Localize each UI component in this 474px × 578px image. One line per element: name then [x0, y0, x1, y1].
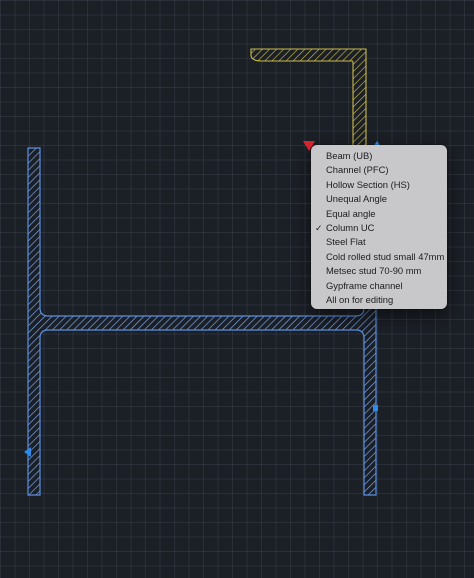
- menu-item-label: Unequal Angle: [326, 193, 387, 205]
- menu-item-channel-pfc[interactable]: ✓ Channel (PFC): [311, 163, 447, 177]
- checkmark-icon: ✓: [315, 222, 323, 233]
- menu-item-column-uc[interactable]: ✓ Column UC: [311, 221, 447, 235]
- blue-grip-square-icon[interactable]: [373, 405, 378, 411]
- menu-item-all-on-for-editing[interactable]: ✓ All on for editing: [311, 293, 447, 307]
- menu-item-gypframe-channel[interactable]: ✓ Gypframe channel: [311, 279, 447, 293]
- menu-item-label: Beam (UB): [326, 150, 373, 161]
- angle-section[interactable]: [250, 48, 367, 147]
- menu-item-label: Gypframe channel: [326, 279, 403, 291]
- menu-item-label: Steel Flat: [326, 236, 366, 248]
- menu-item-label: Channel (PFC): [326, 164, 389, 176]
- menu-item-label: Hollow Section (HS): [326, 178, 410, 190]
- menu-item-hollow-section[interactable]: ✓ Hollow Section (HS): [311, 178, 447, 192]
- menu-item-unequal-angle[interactable]: ✓ Unequal Angle: [311, 192, 447, 206]
- menu-item-metsec-stud[interactable]: ✓ Metsec stud 70-90 mm: [311, 264, 447, 278]
- menu-item-label: Metsec stud 70-90 mm: [326, 265, 422, 277]
- menu-item-label: All on for editing: [326, 293, 394, 305]
- menu-item-label: Column UC: [326, 221, 375, 233]
- menu-item-beam-ub[interactable]: ✓ Beam (UB): [311, 149, 447, 163]
- menu-item-equal-angle[interactable]: ✓ Equal angle: [311, 207, 447, 221]
- menu-item-steel-flat[interactable]: ✓ Steel Flat: [311, 235, 447, 249]
- menu-item-label: Equal angle: [326, 207, 376, 219]
- menu-item-label: Cold rolled stud small 47mm: [326, 250, 445, 262]
- section-type-menu[interactable]: ✓ Beam (UB) ✓ Channel (PFC) ✓ Hollow Sec…: [311, 145, 447, 309]
- menu-item-cold-rolled-stud[interactable]: ✓ Cold rolled stud small 47mm: [311, 250, 447, 264]
